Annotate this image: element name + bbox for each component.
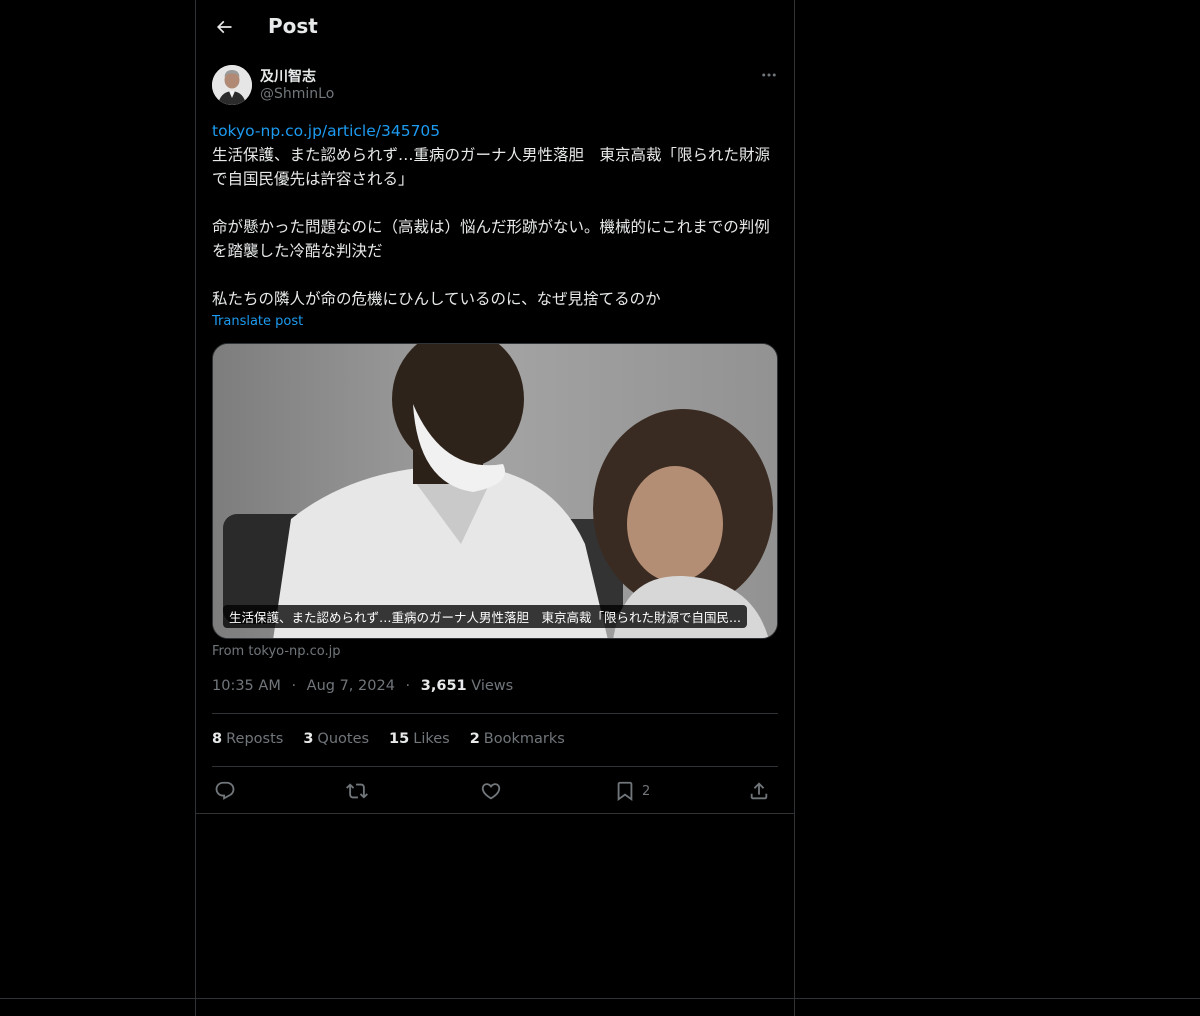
stat-label: Bookmarks	[483, 731, 565, 747]
back-button[interactable]	[206, 9, 242, 45]
reply-icon	[215, 781, 235, 800]
reply-button[interactable]	[214, 776, 236, 806]
avatar-image	[212, 65, 252, 105]
reposts-stat[interactable]: 8 Reposts	[212, 731, 283, 747]
post-header: Post	[196, 0, 794, 54]
views-count: 3,651	[420, 678, 467, 694]
post-paragraph-1: 生活保護、また認められず…重病のガーナ人男性落胆 東京高裁「限られた財源で自国民…	[212, 146, 771, 188]
more-options-button[interactable]	[752, 62, 786, 88]
bookmark-icon	[617, 781, 633, 802]
page-title: Post	[268, 14, 318, 38]
translate-post-link[interactable]: Translate post	[212, 314, 303, 329]
post-bottom-border	[196, 813, 794, 814]
like-button[interactable]	[480, 776, 502, 806]
share-icon	[750, 782, 768, 800]
stat-count: 15	[389, 731, 410, 747]
bookmarks-stat[interactable]: 2 Bookmarks	[470, 731, 565, 747]
likes-stat[interactable]: 15 Likes	[389, 731, 450, 747]
stat-count: 8	[212, 731, 223, 747]
heart-icon	[481, 783, 501, 800]
stat-count: 2	[469, 731, 480, 747]
stat-label: Reposts	[226, 731, 284, 747]
share-button[interactable]	[748, 776, 770, 806]
avatar[interactable]	[212, 65, 252, 105]
author-handle[interactable]: @ShminLo	[260, 86, 334, 102]
separator: ·	[405, 678, 411, 694]
views-label: Views	[471, 678, 514, 694]
divider	[212, 766, 778, 767]
preview-caption: 生活保護、また認められず…重病のガーナ人男性落胆 東京高裁「限られた財源で自国民…	[223, 605, 747, 628]
main-column: Post 及川智志 @ShminLo tokyo-np.co.jp/articl…	[195, 0, 795, 1016]
post-metadata: 10:35 AM · Aug 7, 2024 · 3,651 Views	[212, 678, 513, 694]
repost-button[interactable]	[346, 776, 368, 806]
post-date[interactable]: Aug 7, 2024	[307, 678, 395, 694]
repost-icon	[346, 783, 368, 799]
bottom-divider	[0, 998, 1200, 999]
arrow-left-icon	[216, 20, 232, 34]
bookmark-button[interactable]: 2	[614, 776, 650, 806]
quotes-stat[interactable]: 3 Quotes	[303, 731, 369, 747]
post-text: tokyo-np.co.jp/article/345705 生活保護、また認めら…	[212, 119, 782, 311]
stat-label: Quotes	[317, 731, 370, 747]
stat-label: Likes	[413, 731, 450, 747]
engagement-stats: 8 Reposts 3 Quotes 15 Likes 2 Bookmarks	[212, 731, 565, 747]
post-time[interactable]: 10:35 AM	[212, 678, 281, 694]
separator: ·	[291, 678, 297, 694]
source-domain-link[interactable]: From tokyo-np.co.jp	[212, 644, 341, 659]
more-horizontal-icon	[762, 73, 776, 77]
author-display-name[interactable]: 及川智志	[260, 66, 316, 86]
article-photo	[213, 344, 777, 638]
link-preview-card[interactable]: 生活保護、また認められず…重病のガーナ人男性落胆 東京高裁「限られた財源で自国民…	[212, 343, 778, 639]
post-paragraph-2: 命が懸かった問題なのに（高裁は）悩んだ形跡がない。機械的にこれまでの判例を踏襲し…	[212, 218, 770, 260]
stat-count: 3	[303, 731, 314, 747]
action-bar: 2	[212, 776, 778, 806]
article-link[interactable]: tokyo-np.co.jp/article/345705	[212, 119, 782, 143]
post-paragraph-3: 私たちの隣人が命の危機にひんしているのに、なぜ見捨てるのか	[212, 290, 661, 308]
divider	[212, 713, 778, 714]
bookmark-count: 2	[642, 783, 651, 799]
